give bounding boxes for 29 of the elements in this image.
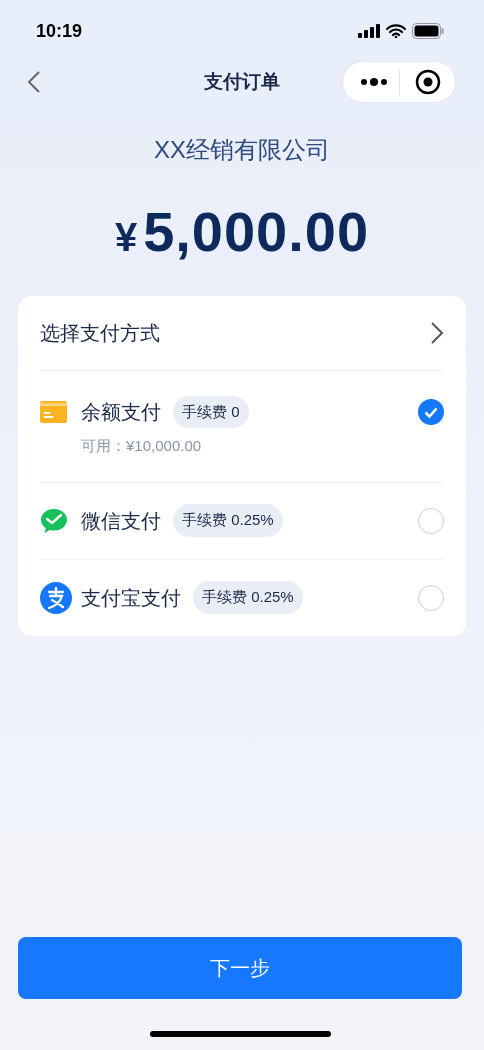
- card-icon: [40, 401, 67, 423]
- radio-button[interactable]: [418, 399, 444, 425]
- chevron-right-icon[interactable]: [430, 321, 444, 345]
- currency-symbol: ¥: [114, 214, 138, 261]
- close-icon[interactable]: [415, 69, 441, 95]
- back-icon[interactable]: [27, 70, 41, 94]
- wifi-icon: [386, 24, 406, 38]
- chat-bubble-icon: [40, 507, 68, 534]
- check-icon: [424, 406, 438, 418]
- fee-tag: 手续费 0.25%: [193, 581, 303, 614]
- method-name: 余额支付: [81, 400, 161, 425]
- method-name: 微信支付: [81, 508, 161, 534]
- payment-option[interactable]: 余额支付 手续费 0 可用：¥10,000.00: [40, 371, 444, 483]
- payment-option[interactable]: 微信支付 手续费 0.25%: [40, 482, 444, 560]
- available-balance: 可用：¥10,000.00: [81, 436, 203, 456]
- payment-option[interactable]: 支付宝支付 手续费 0.25%: [40, 559, 444, 636]
- payment-logo-icon: [40, 581, 72, 614]
- fee-tag: 手续费 0.25%: [173, 504, 283, 537]
- section-title: 选择支付方式: [40, 321, 160, 346]
- more-icon[interactable]: [361, 78, 387, 86]
- merchant-name: XX经销有限公司: [154, 135, 330, 165]
- method-name: 支付宝支付: [81, 585, 181, 611]
- fee-tag: 手续费 0: [173, 395, 249, 429]
- next-button[interactable]: 下一步: [18, 937, 462, 999]
- battery-icon: [412, 23, 444, 39]
- status-time: 10:19: [36, 19, 83, 43]
- amount-value: 5,000.00: [143, 199, 370, 265]
- page-title: 支付订单: [204, 69, 280, 94]
- signal-icon: [358, 24, 380, 38]
